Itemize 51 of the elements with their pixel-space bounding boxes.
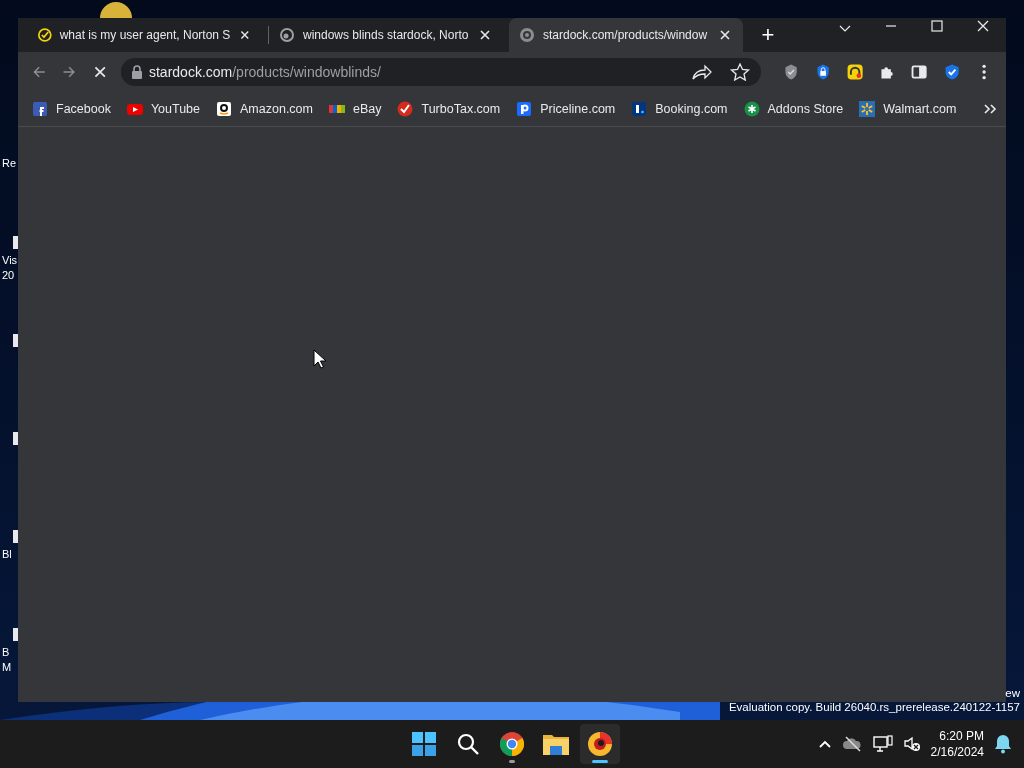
favicon-icon xyxy=(32,101,48,117)
bookmark[interactable]: Amazon.com xyxy=(216,101,321,117)
favicon-icon xyxy=(631,101,648,117)
star-icon[interactable] xyxy=(729,63,751,81)
check-circle-icon xyxy=(38,27,52,43)
taskbar-app[interactable] xyxy=(580,724,620,764)
speaker-muted-icon[interactable] xyxy=(902,735,921,753)
lock-icon xyxy=(131,65,143,79)
cloud-off-icon[interactable] xyxy=(842,736,863,752)
address-bar[interactable]: stardock.com/products/windowblinds/ xyxy=(121,58,761,86)
bookmark[interactable]: Facebook xyxy=(32,101,119,117)
share-arrow-icon[interactable] xyxy=(691,63,713,81)
network-icon[interactable] xyxy=(872,735,893,753)
desktop-icon-label: M xyxy=(1,660,12,675)
browser-tab[interactable]: what is my user agent, Norton S xyxy=(28,18,262,52)
bookmark[interactable]: YouTube xyxy=(126,101,209,117)
clock-date[interactable]: 2/16/2024 xyxy=(930,744,984,760)
search-icon xyxy=(456,732,480,756)
folder-icon xyxy=(543,733,569,755)
bookmark[interactable]: TurboTax.com xyxy=(397,101,509,117)
url-text: stardock.com/products/windowblinds/ xyxy=(149,64,382,80)
favicon-icon xyxy=(743,101,760,117)
new-tab-button[interactable]: + xyxy=(753,20,783,50)
favicon-icon xyxy=(397,101,414,117)
watermark-text: Evaluation copy. Build 26040.rs_prerelease.240122-1157 xyxy=(728,700,1020,714)
desktop-icon-label: 20 xyxy=(1,268,15,283)
bookmark[interactable]: Addons Store xyxy=(743,101,852,117)
bell-icon[interactable] xyxy=(994,734,1012,754)
desktop-icon-label: Vis xyxy=(1,253,18,268)
bookmark[interactable]: Walmart.com xyxy=(859,101,965,117)
favicon-icon xyxy=(859,101,876,117)
cursor-icon xyxy=(313,349,327,369)
bookmark[interactable]: eBay xyxy=(329,101,390,117)
bookmark[interactable]: Priceline.com xyxy=(516,101,624,117)
favicon-icon xyxy=(126,101,143,117)
site-icon xyxy=(519,27,535,43)
windows-start-icon xyxy=(412,732,436,756)
desktop-app-icon[interactable] xyxy=(100,2,132,18)
bookmark[interactable]: Booking.com xyxy=(631,101,736,117)
watermark-text: ew xyxy=(1005,686,1020,700)
site-icon xyxy=(279,27,295,43)
desktop-icon-label: B xyxy=(1,645,10,660)
browser-app-icon xyxy=(587,731,613,757)
desktop-icon-label: Bl xyxy=(1,547,12,562)
browser-tab[interactable]: stardock.com/products/window xyxy=(509,18,743,52)
desktop-icon-label: Re xyxy=(1,156,17,171)
clock-time[interactable]: 6:20 PM xyxy=(939,728,984,744)
favicon-icon xyxy=(516,101,533,117)
favicon-icon xyxy=(216,101,233,117)
chrome-icon xyxy=(500,732,524,756)
browser-tab[interactable]: windows blinds stardock, Norto xyxy=(269,18,503,52)
